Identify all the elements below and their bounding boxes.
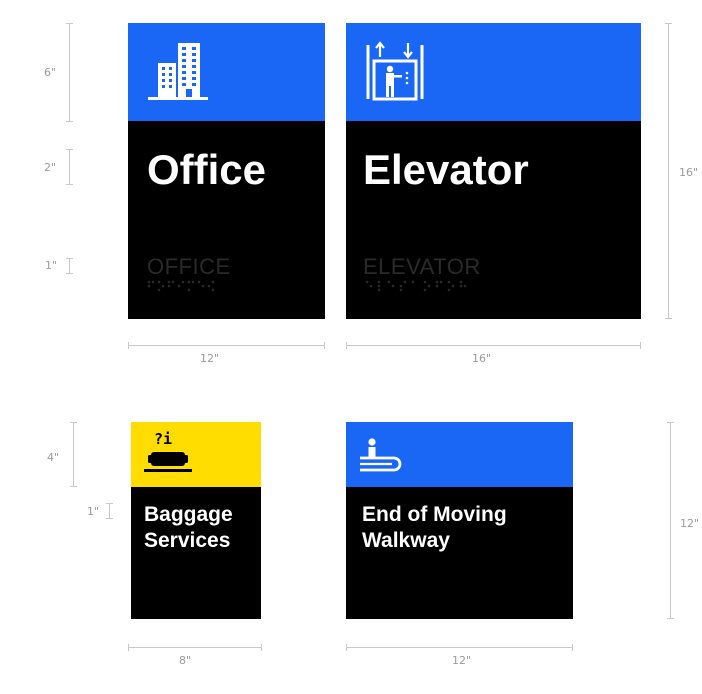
office-tactile-text: OFFICE [147, 254, 231, 279]
office-band [128, 23, 325, 121]
baggage-width-label: 8" [179, 654, 192, 667]
office-width-line [128, 342, 325, 349]
office-tactile-height-line [66, 258, 73, 274]
elevator-tactile-text: ELEVATOR [363, 254, 481, 279]
walkway-sign: End of Moving Walkway [346, 422, 573, 619]
elevator-icon [366, 41, 424, 101]
baggage-text-height-label: 1" [87, 505, 100, 518]
elevator-title: Elevator [363, 146, 529, 193]
office-text-height-line [66, 149, 73, 185]
baggage-sign: ?i Baggage Services [131, 422, 261, 619]
office-band-height-line [66, 23, 73, 122]
walkway-height-line [667, 422, 674, 619]
elevator-height-line [665, 23, 672, 319]
office-title: Office [147, 146, 267, 193]
walkway-band [346, 422, 573, 487]
baggage-band-height-label: 4" [47, 451, 60, 464]
baggage-info-icon [144, 452, 192, 472]
office-braille [147, 280, 215, 292]
elevator-braille [365, 280, 467, 292]
walkway-title-line1: End of Moving [362, 503, 507, 526]
office-text-height-label: 2" [44, 161, 57, 174]
walkway-height-label: 12" [680, 517, 700, 530]
baggage-band-height-line [70, 422, 77, 487]
elevator-width-label: 16" [472, 352, 492, 365]
office-tactile-height-label: 1" [45, 259, 58, 272]
elevator-width-line [346, 342, 641, 349]
baggage-info-label: ?i [154, 430, 173, 448]
office-sign: Office OFFICE [128, 23, 325, 319]
elevator-band [346, 23, 641, 121]
office-width-label: 12" [200, 352, 220, 365]
walkway-width-label: 12" [452, 654, 472, 667]
walkway-title-line2: Walkway [362, 529, 450, 552]
office-band-height-label: 6" [44, 66, 57, 79]
baggage-width-line [128, 644, 262, 651]
baggage-text-height-line [106, 503, 113, 519]
baggage-band: ?i [131, 422, 261, 487]
moving-walkway-icon [360, 438, 402, 472]
baggage-title-line1: Baggage [144, 503, 233, 526]
baggage-title-line2: Services [144, 529, 231, 552]
office-building-icon [148, 43, 208, 100]
elevator-height-label: 16" [679, 166, 699, 179]
walkway-width-line [346, 644, 573, 651]
elevator-sign: Elevator ELEVATOR [346, 23, 641, 319]
